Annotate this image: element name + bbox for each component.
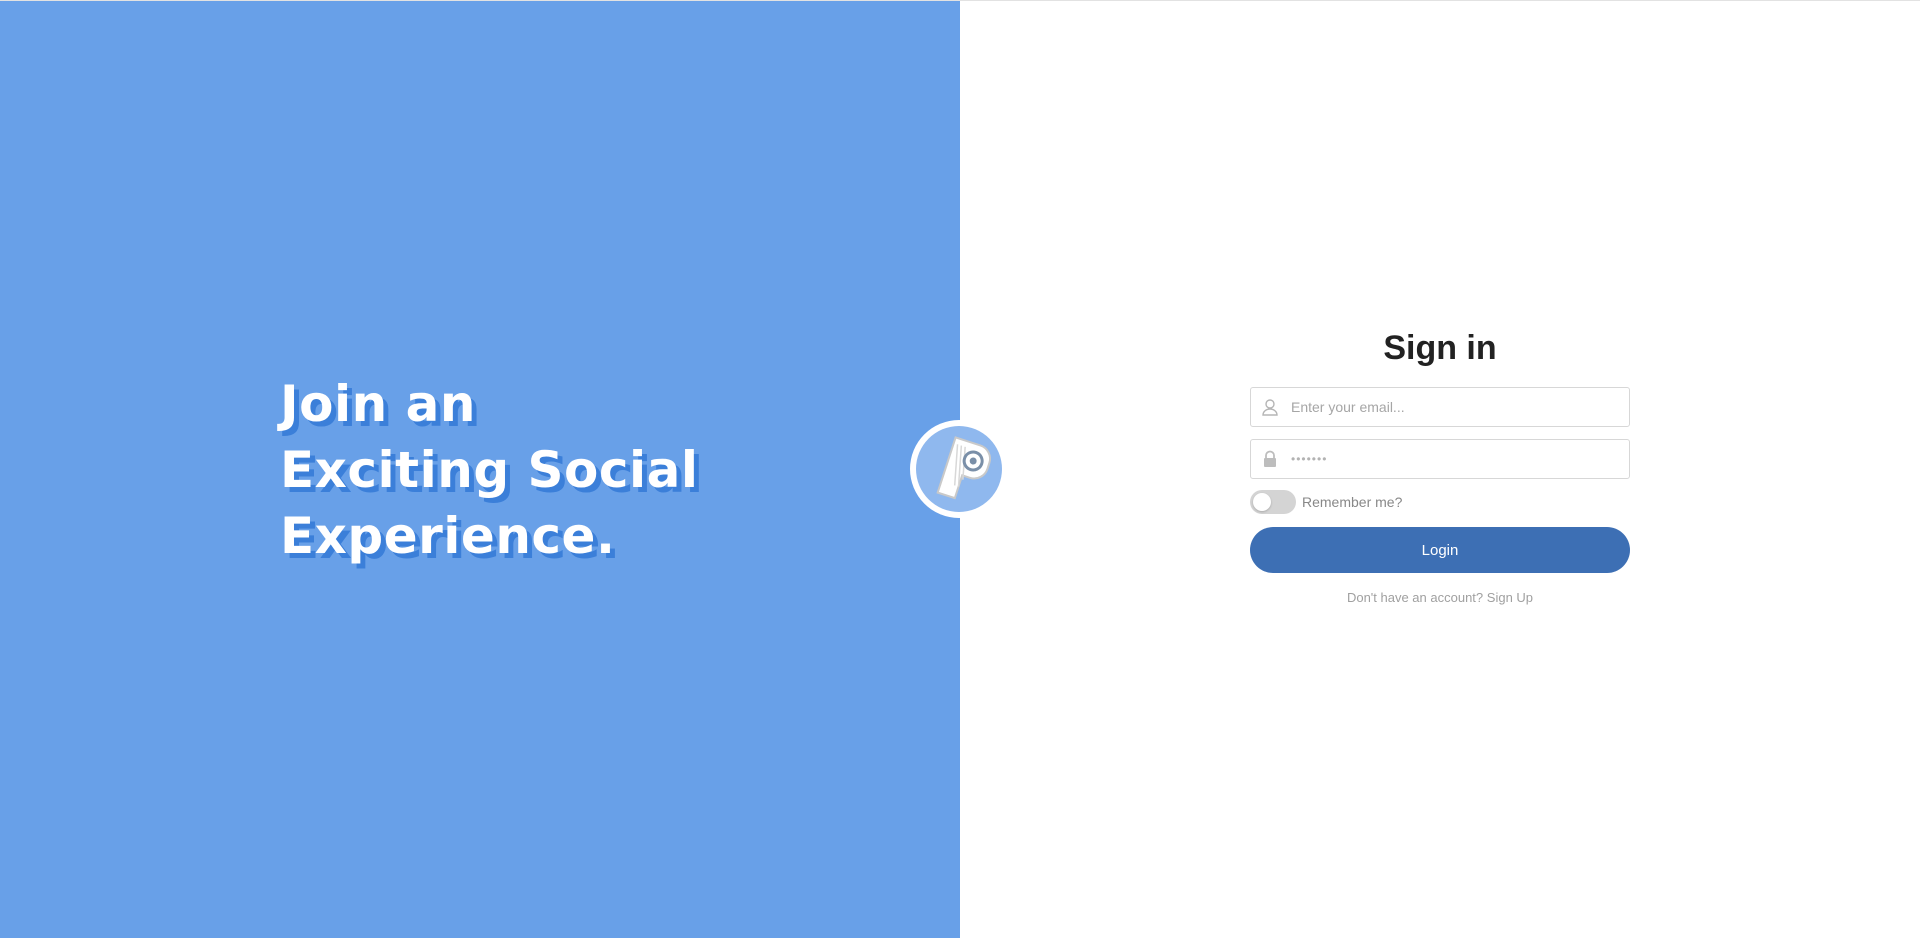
user-icon bbox=[1262, 399, 1278, 416]
password-field[interactable]: ••••••• bbox=[1250, 439, 1630, 479]
remember-label[interactable]: Remember me? bbox=[1302, 494, 1402, 510]
signin-form: Sign in ••••••• Remember me? bbox=[1250, 326, 1630, 605]
signin-title: Sign in bbox=[1383, 329, 1497, 367]
login-button[interactable]: Login bbox=[1250, 527, 1630, 573]
signup-prompt: Don't have an account? bbox=[1346, 590, 1484, 605]
remember-toggle[interactable] bbox=[1250, 490, 1296, 514]
signin-panel: Sign in ••••••• Remember me? bbox=[960, 1, 1920, 938]
signup-link[interactable]: Sign Up bbox=[1487, 590, 1533, 605]
remember-row: Remember me? bbox=[1250, 489, 1630, 515]
toggle-knob bbox=[1253, 493, 1271, 511]
email-input[interactable] bbox=[1291, 388, 1621, 426]
hero-line-3: Experience. bbox=[280, 507, 616, 565]
hero-panel: Join an Exciting Social Experience. bbox=[0, 1, 960, 938]
lock-icon bbox=[1264, 450, 1276, 467]
signup-prompt-line: Don't have an account? Sign Up bbox=[1250, 590, 1630, 605]
password-input[interactable]: ••••••• bbox=[1291, 440, 1327, 478]
login-page: Join an Exciting Social Experience. Sign… bbox=[0, 0, 1920, 938]
hero-line-2: Exciting Social bbox=[280, 441, 699, 499]
hero-line-1: Join an bbox=[280, 375, 476, 433]
email-field[interactable] bbox=[1250, 387, 1630, 427]
hero-headline: Join an Exciting Social Experience. bbox=[280, 371, 699, 569]
